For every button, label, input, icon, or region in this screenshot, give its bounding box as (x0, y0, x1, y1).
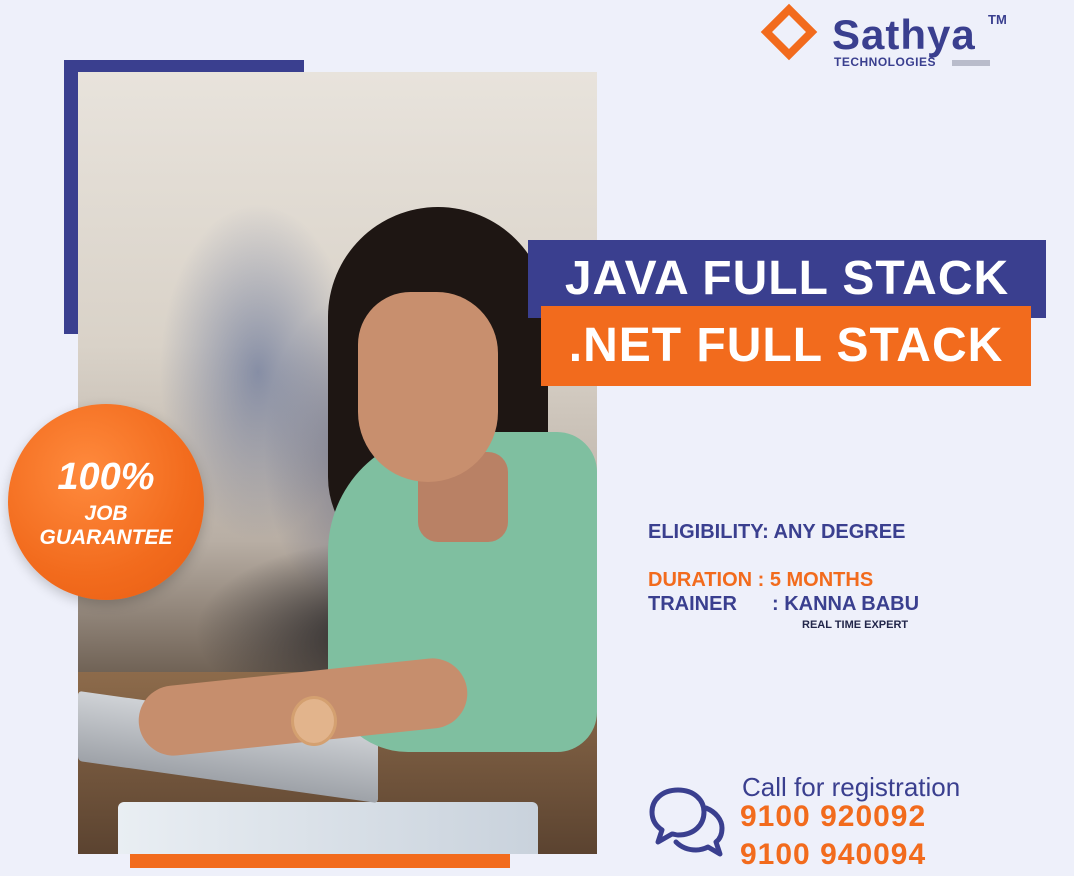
chat-bubbles-icon (649, 787, 725, 857)
trainer-label: TRAINER (648, 593, 737, 615)
brand-name: Sathya (832, 11, 976, 58)
watch-shape (291, 696, 337, 746)
phone-number-2[interactable]: 9100 940094 (740, 838, 926, 872)
logo-bar (952, 60, 990, 66)
badge-percent: 100% (57, 456, 155, 498)
duration-text: DURATION : 5 MONTHS (648, 569, 874, 591)
trademark-mark: TM (988, 12, 1007, 27)
eligibility-text: ELIGIBILITY: ANY DEGREE (648, 521, 906, 543)
trainer-note: REAL TIME EXPERT (802, 619, 909, 631)
job-guarantee-badge: 100% JOB GUARANTEE (8, 404, 204, 600)
badge-line-2: GUARANTEE (39, 526, 173, 549)
face-shape (358, 292, 498, 482)
trainer-row: TRAINER : KANNA BABU (648, 593, 919, 616)
phone-number-1[interactable]: 9100 920092 (740, 800, 926, 834)
desk-mat-shape (118, 802, 538, 854)
course-banner-dotnet: .NET FULL STACK (541, 306, 1031, 386)
brand-subtitle: TECHNOLOGIES (834, 55, 937, 69)
trainer-value: : KANNA BABU (772, 593, 920, 615)
badge-line-1: JOB (84, 502, 128, 525)
brand-logo: Sathya TM TECHNOLOGIES (760, 3, 1016, 72)
diamond-logo-icon (760, 3, 818, 61)
call-label: Call for registration (742, 772, 961, 802)
